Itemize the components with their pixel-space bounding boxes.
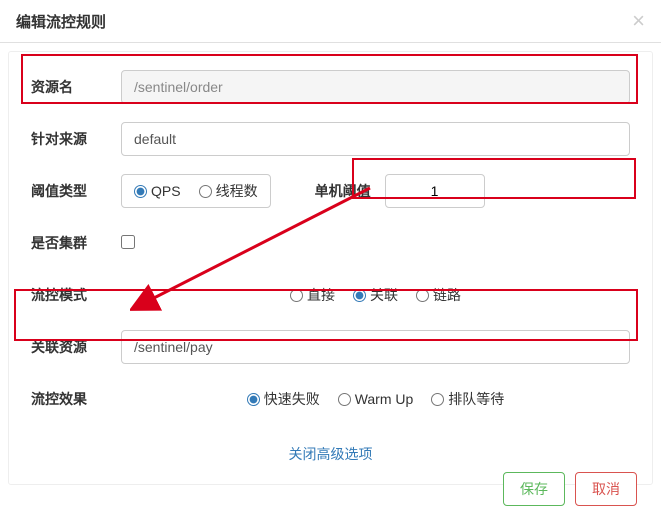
cancel-button[interactable]: 取消 bbox=[575, 472, 637, 506]
modal-footer: 保存 取消 bbox=[487, 460, 653, 518]
modal-header: 编辑流控规则 × bbox=[0, 0, 661, 43]
edit-flow-rule-modal: 编辑流控规则 × 资源名 针对来源 阈值类型 QPS bbox=[0, 0, 661, 526]
label-threshold-type: 阈值类型 bbox=[31, 181, 121, 201]
label-cluster: 是否集群 bbox=[31, 233, 121, 253]
radio-mode-direct[interactable]: 直接 bbox=[290, 285, 335, 305]
radio-effect-warmup[interactable]: Warm Up bbox=[338, 391, 414, 407]
radio-effect-queue[interactable]: 排队等待 bbox=[431, 389, 504, 409]
radio-mode-relate-input[interactable] bbox=[353, 289, 366, 302]
label-flow-mode: 流控模式 bbox=[31, 285, 121, 305]
input-source[interactable] bbox=[121, 122, 630, 156]
label-relate-resource: 关联资源 bbox=[31, 337, 121, 357]
radio-effect-warmup-input[interactable] bbox=[338, 393, 351, 406]
threshold-type-group: QPS 线程数 bbox=[121, 174, 271, 208]
close-icon[interactable]: × bbox=[632, 10, 645, 32]
radio-effect-fastfail[interactable]: 快速失败 bbox=[247, 389, 320, 409]
radio-effect-queue-label: 排队等待 bbox=[448, 389, 504, 409]
label-single-threshold: 单机阈值 bbox=[315, 181, 371, 201]
flow-effect-group: 快速失败 Warm Up 排队等待 bbox=[121, 382, 630, 416]
input-relate-resource[interactable] bbox=[121, 330, 630, 364]
row-source: 针对来源 bbox=[31, 122, 630, 156]
checkbox-cluster[interactable] bbox=[121, 235, 135, 249]
radio-qps-label: QPS bbox=[151, 183, 181, 199]
row-flow-effect: 流控效果 快速失败 Warm Up 排队等待 bbox=[31, 382, 630, 416]
radio-qps-input[interactable] bbox=[134, 185, 147, 198]
radio-threads[interactable]: 线程数 bbox=[199, 181, 258, 201]
row-threshold: 阈值类型 QPS 线程数 单机阈值 bbox=[31, 174, 630, 208]
label-flow-effect: 流控效果 bbox=[31, 389, 121, 409]
radio-mode-chain[interactable]: 链路 bbox=[416, 285, 461, 305]
radio-mode-direct-label: 直接 bbox=[307, 285, 335, 305]
input-resource bbox=[121, 70, 630, 104]
radio-threads-label: 线程数 bbox=[216, 181, 258, 201]
row-resource: 资源名 bbox=[31, 70, 630, 104]
input-single-threshold[interactable] bbox=[385, 174, 485, 208]
modal-body: 资源名 针对来源 阈值类型 QPS bbox=[8, 51, 653, 485]
row-relate-resource: 关联资源 bbox=[31, 330, 630, 364]
label-resource: 资源名 bbox=[31, 77, 121, 97]
modal-title: 编辑流控规则 bbox=[16, 11, 106, 32]
row-flow-mode: 流控模式 直接 关联 链路 bbox=[31, 278, 630, 312]
radio-qps[interactable]: QPS bbox=[134, 183, 181, 199]
radio-mode-chain-label: 链路 bbox=[433, 285, 461, 305]
radio-effect-fastfail-label: 快速失败 bbox=[264, 389, 320, 409]
radio-mode-chain-input[interactable] bbox=[416, 289, 429, 302]
radio-effect-queue-input[interactable] bbox=[431, 393, 444, 406]
radio-effect-warmup-label: Warm Up bbox=[355, 391, 414, 407]
radio-mode-relate-label: 关联 bbox=[370, 285, 398, 305]
radio-mode-relate[interactable]: 关联 bbox=[353, 285, 398, 305]
row-cluster: 是否集群 bbox=[31, 226, 630, 260]
label-source: 针对来源 bbox=[31, 129, 121, 149]
radio-mode-direct-input[interactable] bbox=[290, 289, 303, 302]
radio-effect-fastfail-input[interactable] bbox=[247, 393, 260, 406]
save-button[interactable]: 保存 bbox=[503, 472, 565, 506]
radio-threads-input[interactable] bbox=[199, 185, 212, 198]
flow-mode-group: 直接 关联 链路 bbox=[121, 278, 630, 312]
